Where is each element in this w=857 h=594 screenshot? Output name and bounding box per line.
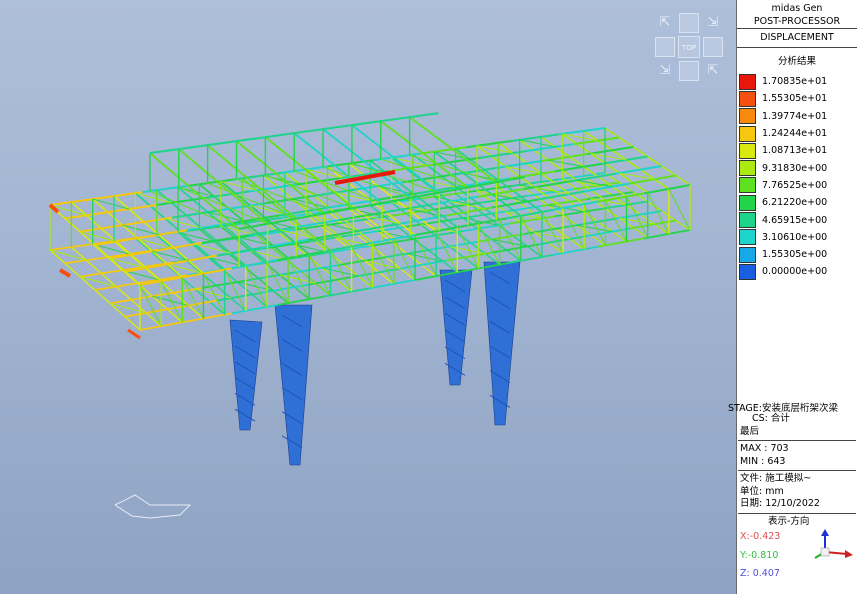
legend-value: 1.24244e+01	[762, 128, 828, 140]
legend-swatch	[739, 73, 756, 90]
legend-swatch	[739, 142, 756, 159]
structure-model	[48, 112, 691, 519]
processor-label: POST-PROCESSOR	[753, 16, 841, 27]
legend-value: 9.31830e+00	[762, 162, 828, 174]
view-iso-sw-icon[interactable]: ⇲	[657, 63, 673, 79]
legend-row: 3.10610e+00	[739, 229, 855, 246]
view-back-button[interactable]	[679, 13, 699, 33]
legend-value: 7.76525e+00	[762, 179, 828, 191]
legend-row: 1.24244e+01	[739, 125, 855, 142]
legend-swatch	[739, 125, 756, 142]
legend-value: 1.70835e+01	[762, 76, 828, 88]
min-label: MIN : 643	[740, 455, 786, 467]
view-top-button[interactable]: TOP	[678, 36, 700, 58]
app-title: midas Gen	[771, 3, 823, 14]
view-left-button[interactable]	[655, 37, 675, 57]
result-type: DISPLACEMENT	[760, 32, 834, 43]
legend-swatch	[739, 194, 756, 211]
view-iso-se-icon[interactable]: ⇱	[705, 63, 721, 79]
legend-title: 分析结果	[777, 56, 816, 67]
legend-swatch	[739, 160, 756, 177]
view-right-button[interactable]	[703, 37, 723, 57]
view-iso-ne-icon[interactable]: ⇲	[705, 15, 721, 31]
legend-value: 6.21220e+00	[762, 197, 828, 209]
legend-swatch	[739, 246, 756, 263]
view-front-button[interactable]	[679, 61, 699, 81]
unit-label: 单位: mm	[740, 485, 784, 497]
legend-value: 1.55305e+00	[762, 249, 828, 261]
legend-row: 1.39774e+01	[739, 108, 855, 125]
legend-swatch	[739, 263, 756, 280]
legend-value: 3.10610e+00	[762, 231, 828, 243]
file-label: 文件: 施工模拟~	[740, 473, 812, 484]
model-viewport[interactable]	[0, 0, 736, 594]
legend-value: 0.00000e+00	[762, 266, 828, 278]
legend-row: 1.55305e+01	[739, 90, 855, 107]
legend-row: 1.08713e+01	[739, 142, 855, 159]
step-label: 最后	[740, 425, 760, 437]
legend-value: 1.08713e+01	[762, 145, 828, 157]
legend-row: 4.65915e+00	[739, 211, 855, 229]
legend-row: 1.70835e+01	[739, 73, 855, 90]
legend-row: 7.76525e+00	[739, 177, 855, 194]
legend-value: 1.39774e+01	[762, 110, 828, 122]
legend-swatch	[739, 212, 756, 229]
max-label: MAX : 703	[740, 443, 789, 454]
legend-row: 0.00000e+00	[739, 263, 855, 280]
legend-value: 1.55305e+01	[762, 93, 828, 105]
legend-row: 9.31830e+00	[739, 159, 855, 177]
legend-swatch	[739, 177, 756, 194]
legend-swatch	[739, 90, 756, 107]
ground-marker	[114, 494, 192, 519]
axis-triad-icon	[814, 529, 853, 559]
date-label: 日期: 12/10/2022	[740, 498, 820, 509]
z-direction: Z: 0.407	[740, 568, 780, 579]
legend-value: 4.65915e+00	[762, 214, 828, 226]
legend-swatch	[739, 108, 756, 125]
view-iso-nw-icon[interactable]: ⇱	[657, 15, 673, 31]
legend-row: 1.55305e+00	[739, 246, 855, 263]
cs-label: CS: 合计	[752, 413, 790, 424]
legend-row: 6.21220e+00	[739, 194, 855, 211]
legend-swatch	[739, 229, 756, 246]
view-cube[interactable]: ⇱ ⇲ TOP ⇲ ⇱	[655, 13, 723, 81]
direction-title: 表示-方向	[768, 515, 810, 527]
color-legend: 1.70835e+01 1.55305e+01 1.39774e+01 1.24244…	[739, 73, 855, 281]
